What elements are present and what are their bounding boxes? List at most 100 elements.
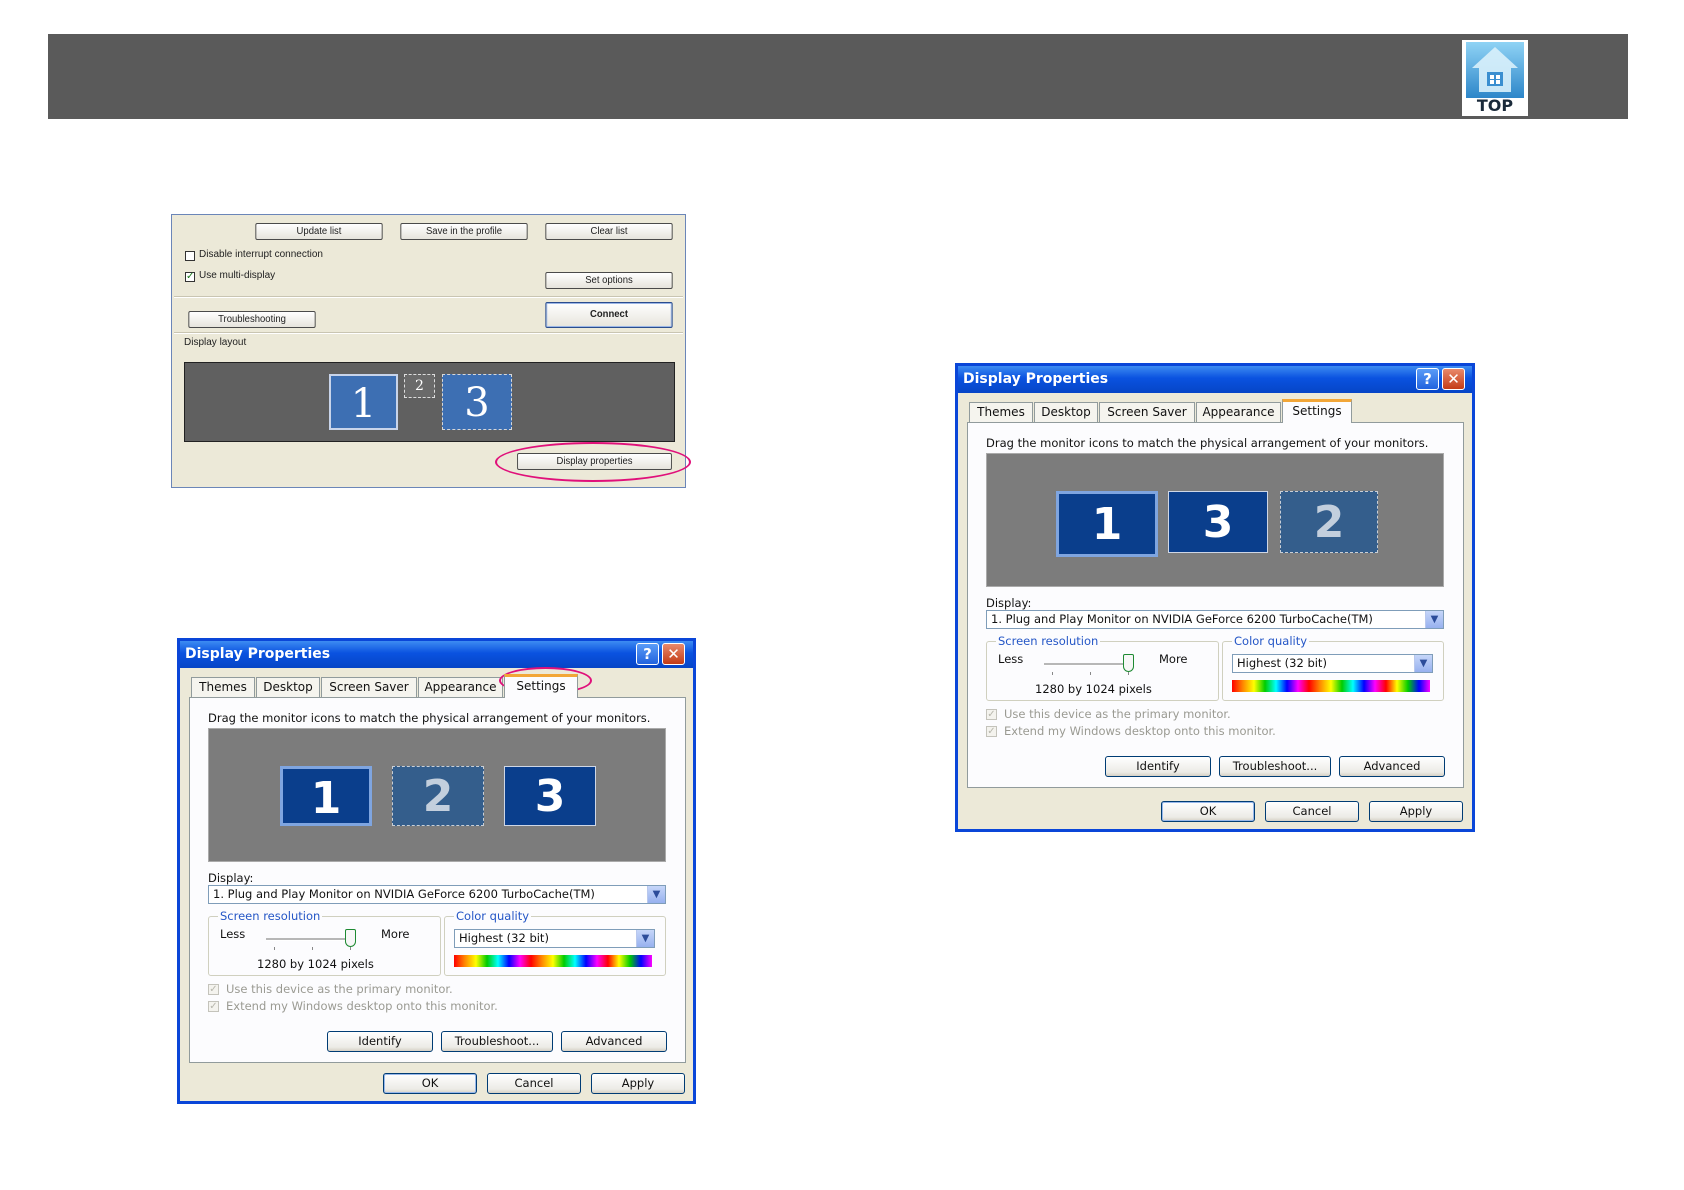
display-layout-label: Display layout — [184, 337, 247, 348]
save-profile-button[interactable]: Save in the profile — [400, 223, 528, 240]
resolution-value: 1280 by 1024 pixels — [1035, 682, 1152, 696]
slider-tick — [1090, 672, 1091, 675]
use-multi-display-label: Use multi-display — [199, 270, 276, 281]
separator — [174, 332, 683, 334]
troubleshooting-button[interactable]: Troubleshooting — [188, 311, 316, 328]
set-options-button[interactable]: Set options — [545, 272, 673, 289]
apply-button[interactable]: Apply — [1369, 801, 1463, 822]
tab-appearance[interactable]: Appearance — [418, 677, 503, 697]
layout-monitor-3[interactable]: 3 — [442, 374, 512, 430]
tab-themes[interactable]: Themes — [191, 677, 255, 697]
extend-desktop-checkbox[interactable]: ✓ — [208, 1001, 219, 1012]
display-properties-dialog: Display Properties ? ✕ Themes Desktop Sc… — [177, 638, 696, 1104]
update-list-button[interactable]: Update list — [255, 223, 383, 240]
apply-button[interactable]: Apply — [591, 1073, 685, 1094]
chevron-down-icon[interactable]: ▼ — [647, 886, 665, 903]
tab-themes[interactable]: Themes — [969, 402, 1033, 422]
advanced-button[interactable]: Advanced — [1339, 756, 1445, 777]
slider-tick — [350, 947, 351, 950]
monitor-1-icon[interactable]: 1 — [280, 766, 372, 826]
tab-desktop[interactable]: Desktop — [256, 677, 320, 697]
color-quality-select[interactable]: Highest (32 bit) ▼ — [1232, 654, 1433, 673]
disable-interrupt-label: Disable interrupt connection — [199, 249, 323, 260]
close-button[interactable]: ✕ — [662, 643, 685, 665]
display-label: Display: — [208, 871, 254, 885]
display-select[interactable]: 1. Plug and Play Monitor on NVIDIA GeFor… — [208, 885, 666, 904]
slider-tick — [1052, 672, 1053, 675]
display-select[interactable]: 1. Plug and Play Monitor on NVIDIA GeFor… — [986, 610, 1444, 629]
slider-tick — [274, 947, 275, 950]
display-label: Display: — [986, 596, 1032, 610]
primary-monitor-checkbox[interactable]: ✓ — [208, 984, 219, 995]
screen-resolution-legend: Screen resolution — [996, 634, 1101, 648]
color-quality-select[interactable]: Highest (32 bit) ▼ — [454, 929, 655, 948]
troubleshoot-button[interactable]: Troubleshoot... — [1219, 756, 1331, 777]
screen-resolution-group: Screen resolution Less More 1280 by 1024… — [208, 909, 441, 976]
cancel-button[interactable]: Cancel — [1265, 801, 1359, 822]
close-button[interactable]: ✕ — [1442, 368, 1465, 390]
home-icon — [1466, 42, 1524, 98]
resolution-slider[interactable] — [1123, 654, 1134, 672]
settings-tab-page: Drag the monitor icons to match the phys… — [189, 697, 686, 1063]
monitor-3-icon[interactable]: 3 — [504, 766, 596, 826]
display-select-value: 1. Plug and Play Monitor on NVIDIA GeFor… — [213, 887, 595, 901]
tab-settings[interactable]: Settings — [504, 674, 578, 698]
monitor-2-icon[interactable]: 2 — [392, 766, 484, 826]
color-spectrum — [1232, 680, 1430, 692]
chevron-down-icon[interactable]: ▼ — [636, 930, 654, 947]
header-bar — [48, 34, 1628, 119]
layout-monitor-2[interactable]: 2 — [404, 374, 435, 398]
settings-tab-page: Drag the monitor icons to match the phys… — [967, 422, 1464, 788]
less-label: Less — [220, 927, 246, 941]
tab-appearance[interactable]: Appearance — [1196, 402, 1281, 422]
ok-button[interactable]: OK — [1161, 801, 1255, 822]
resolution-slider-track — [266, 938, 356, 941]
top-label: TOP — [1476, 96, 1514, 115]
slider-tick — [312, 947, 313, 950]
display-select-value: 1. Plug and Play Monitor on NVIDIA GeFor… — [991, 612, 1373, 626]
help-button[interactable]: ? — [1416, 368, 1439, 390]
ok-button[interactable]: OK — [383, 1073, 477, 1094]
clear-list-button[interactable]: Clear list — [545, 223, 673, 240]
identify-button[interactable]: Identify — [327, 1031, 433, 1052]
connect-button[interactable]: Connect — [545, 302, 673, 328]
slider-tick — [1128, 672, 1129, 675]
display-properties-dialog-rearranged: Display Properties ? ✕ Themes Desktop Sc… — [955, 363, 1475, 832]
use-multi-display-checkbox[interactable]: ✓ — [185, 272, 195, 282]
cancel-button[interactable]: Cancel — [487, 1073, 581, 1094]
monitor-2-icon[interactable]: 2 — [1280, 491, 1378, 553]
color-quality-legend: Color quality — [454, 909, 532, 923]
color-quality-value: Highest (32 bit) — [1237, 656, 1327, 670]
tab-screen-saver[interactable]: Screen Saver — [1099, 402, 1195, 422]
color-quality-legend: Color quality — [1232, 634, 1310, 648]
resolution-value: 1280 by 1024 pixels — [257, 957, 374, 971]
display-layout-area: 1 2 3 — [184, 362, 675, 442]
monitor-3-icon[interactable]: 3 — [1168, 491, 1268, 553]
troubleshoot-button[interactable]: Troubleshoot... — [441, 1031, 553, 1052]
primary-monitor-checkbox[interactable]: ✓ — [986, 709, 997, 720]
chevron-down-icon[interactable]: ▼ — [1425, 611, 1443, 628]
identify-button[interactable]: Identify — [1105, 756, 1211, 777]
layout-monitor-1[interactable]: 1 — [329, 374, 398, 430]
screen-resolution-legend: Screen resolution — [218, 909, 323, 923]
monitor-arrangement-area: 1 3 2 — [986, 453, 1444, 587]
dialog-title: Display Properties — [958, 366, 1472, 393]
instruction-text: Drag the monitor icons to match the phys… — [986, 436, 1429, 450]
color-quality-group: Color quality Highest (32 bit) ▼ — [444, 909, 666, 976]
monitor-arrangement-area: 1 2 3 — [208, 728, 666, 862]
tab-screen-saver[interactable]: Screen Saver — [321, 677, 417, 697]
advanced-button[interactable]: Advanced — [561, 1031, 667, 1052]
disable-interrupt-checkbox[interactable] — [185, 251, 195, 261]
tab-settings[interactable]: Settings — [1282, 399, 1352, 423]
primary-monitor-label: Use this device as the primary monitor. — [1004, 707, 1231, 721]
resolution-slider[interactable] — [345, 929, 356, 947]
help-button[interactable]: ? — [636, 643, 659, 665]
highlight-ellipse — [495, 442, 691, 482]
top-link[interactable]: TOP — [1462, 40, 1528, 116]
tab-desktop[interactable]: Desktop — [1034, 402, 1098, 422]
extend-desktop-checkbox[interactable]: ✓ — [986, 726, 997, 737]
dialog-title: Display Properties — [180, 641, 693, 668]
extend-desktop-label: Extend my Windows desktop onto this moni… — [226, 999, 498, 1013]
monitor-1-icon[interactable]: 1 — [1056, 491, 1158, 557]
chevron-down-icon[interactable]: ▼ — [1414, 655, 1432, 672]
